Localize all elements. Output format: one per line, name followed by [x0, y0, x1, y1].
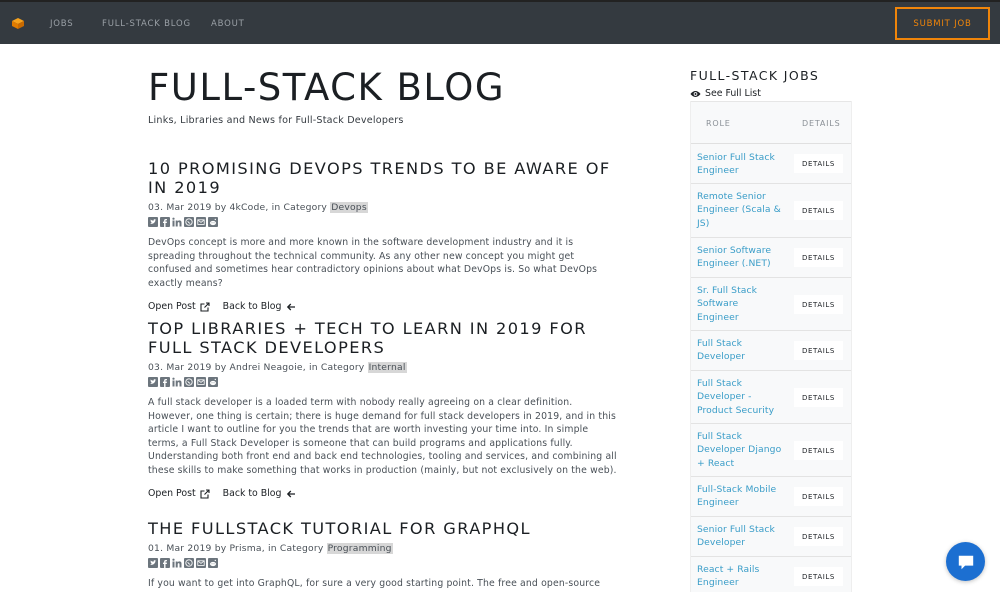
top-navbar: JOBS FULL-STACK BLOG ABOUT SUBMIT JOB [0, 0, 1000, 44]
post-meta: 01. Mar 2019 by Prisma, in Category Prog… [148, 542, 618, 555]
back-to-blog-link[interactable]: Back to Blog [223, 488, 282, 499]
eye-icon [690, 90, 701, 97]
post-excerpt: DevOps concept is more and more known in… [148, 237, 598, 289]
job-details-button[interactable]: DETAILS [794, 201, 843, 220]
job-row: React + Rails Engineer DETAILS [691, 557, 851, 592]
whatsapp-icon[interactable] [184, 558, 194, 568]
jobs-sidebar-title: FULL-STACK JOBS [690, 68, 820, 83]
chat-bubble-icon [958, 555, 973, 569]
post-category[interactable]: Programming [326, 543, 393, 554]
email-icon[interactable] [196, 217, 206, 227]
job-role-link[interactable]: Senior Full Stack Engineer [697, 151, 783, 178]
twitter-icon[interactable] [148, 217, 158, 227]
col-role: ROLE [706, 119, 731, 128]
job-row: Senior Full Stack Engineer DETAILS [691, 144, 851, 184]
logo-icon[interactable] [12, 18, 24, 29]
job-role-link[interactable]: Full Stack Developer - Product Security [697, 377, 783, 417]
share-bar [148, 217, 618, 228]
linkedin-icon[interactable] [172, 217, 182, 227]
job-role-link[interactable]: React + Rails Engineer [697, 563, 783, 590]
nav-link-about[interactable]: ABOUT [211, 19, 245, 29]
email-icon[interactable] [196, 377, 206, 387]
submit-job-button[interactable]: SUBMIT JOB [895, 7, 990, 40]
facebook-icon[interactable] [160, 377, 170, 387]
post-meta: 03. Mar 2019 by 4kCode, in Category Devo… [148, 201, 618, 214]
chat-widget-button[interactable] [946, 542, 985, 581]
twitter-icon[interactable] [148, 558, 158, 568]
job-details-button[interactable]: DETAILS [794, 441, 843, 460]
post-meta: 03. Mar 2019 by Andrei Neagoie, in Categ… [148, 361, 618, 374]
job-role-link[interactable]: Senior Full Stack Developer [697, 523, 783, 550]
job-role-link[interactable]: Senior Software Engineer (.NET) [697, 244, 783, 271]
post-excerpt: A full stack developer is a loaded term … [148, 397, 617, 476]
whatsapp-icon[interactable] [184, 217, 194, 227]
linkedin-icon[interactable] [172, 377, 182, 387]
share-bar [148, 558, 618, 569]
email-icon[interactable] [196, 558, 206, 568]
facebook-icon[interactable] [160, 217, 170, 227]
post-actions: Open Post Back to Blog [148, 488, 618, 499]
see-full-list-label: See Full List [705, 88, 761, 99]
post-actions: Open Post Back to Blog [148, 301, 618, 312]
nav-link-blog[interactable]: FULL-STACK BLOG [102, 19, 191, 29]
post-meta-text: 03. Mar 2019 by Andrei Neagoie, in Categ… [148, 362, 368, 373]
job-details-button[interactable]: DETAILS [794, 154, 843, 173]
col-details: DETAILS [802, 119, 841, 128]
back-to-blog-link[interactable]: Back to Blog [223, 301, 282, 312]
job-details-button[interactable]: DETAILS [794, 341, 843, 360]
post-title[interactable]: 10 PROMISING DEVOPS TRENDS TO BE AWARE O… [148, 159, 618, 197]
arrow-left-icon[interactable] [286, 489, 296, 499]
whatsapp-icon[interactable] [184, 377, 194, 387]
external-link-icon[interactable] [200, 301, 210, 312]
job-row: Full Stack Developer - Product Security … [691, 371, 851, 424]
job-details-button[interactable]: DETAILS [794, 388, 843, 407]
blog-post: THE FULLSTACK TUTORIAL FOR GRAPHQL 01. M… [148, 519, 618, 591]
post-excerpt: If you want to get into GraphQL, for sur… [148, 578, 601, 589]
nav-link-jobs[interactable]: JOBS [50, 19, 73, 29]
post-category[interactable]: Devops [330, 202, 368, 213]
post-category[interactable]: Internal [367, 362, 407, 373]
facebook-icon[interactable] [160, 558, 170, 568]
reddit-icon[interactable] [208, 558, 218, 568]
linkedin-icon[interactable] [172, 558, 182, 568]
job-details-button[interactable]: DETAILS [794, 295, 843, 314]
page-subtitle: Links, Libraries and News for Full-Stack… [148, 115, 404, 126]
page-title: FULL-STACK BLOG [148, 66, 505, 109]
job-row: Senior Full Stack Developer DETAILS [691, 517, 851, 557]
open-post-link[interactable]: Open Post [148, 488, 196, 499]
twitter-icon[interactable] [148, 377, 158, 387]
job-row: Senior Software Engineer (.NET) DETAILS [691, 238, 851, 278]
job-row: Full Stack Developer Django + React DETA… [691, 424, 851, 477]
jobs-table: ROLE DETAILS Senior Full Stack Engineer … [690, 101, 852, 592]
blog-post: 10 PROMISING DEVOPS TRENDS TO BE AWARE O… [148, 159, 618, 312]
open-post-link[interactable]: Open Post [148, 301, 196, 312]
job-role-link[interactable]: Full Stack Developer Django + React [697, 430, 783, 470]
job-role-link[interactable]: Full Stack Developer [697, 337, 783, 364]
reddit-icon[interactable] [208, 377, 218, 387]
job-role-link[interactable]: Sr. Full Stack Software Engineer [697, 284, 783, 324]
external-link-icon[interactable] [200, 488, 210, 499]
post-meta-text: 01. Mar 2019 by Prisma, in Category [148, 543, 327, 554]
job-role-link[interactable]: Remote Senior Engineer (Scala & JS) [697, 190, 783, 230]
reddit-icon[interactable] [208, 217, 218, 227]
post-meta-text: 03. Mar 2019 by 4kCode, in Category [148, 202, 331, 213]
job-role-link[interactable]: Full-Stack Mobile Engineer [697, 483, 783, 510]
job-details-button[interactable]: DETAILS [794, 567, 843, 586]
share-bar [148, 377, 618, 388]
job-details-button[interactable]: DETAILS [794, 248, 843, 267]
post-title[interactable]: TOP LIBRARIES + TECH TO LEARN IN 2019 FO… [148, 319, 618, 357]
jobs-table-header: ROLE DETAILS [691, 101, 851, 144]
job-row: Full-Stack Mobile Engineer DETAILS [691, 477, 851, 517]
post-title[interactable]: THE FULLSTACK TUTORIAL FOR GRAPHQL [148, 519, 618, 538]
see-full-list-link[interactable]: See Full List [690, 88, 761, 99]
job-row: Full Stack Developer DETAILS [691, 331, 851, 371]
arrow-left-icon[interactable] [286, 302, 296, 312]
job-details-button[interactable]: DETAILS [794, 487, 843, 506]
job-row: Remote Senior Engineer (Scala & JS) DETA… [691, 184, 851, 238]
blog-post: TOP LIBRARIES + TECH TO LEARN IN 2019 FO… [148, 319, 618, 499]
job-details-button[interactable]: DETAILS [794, 527, 843, 546]
job-row: Sr. Full Stack Software Engineer DETAILS [691, 278, 851, 331]
